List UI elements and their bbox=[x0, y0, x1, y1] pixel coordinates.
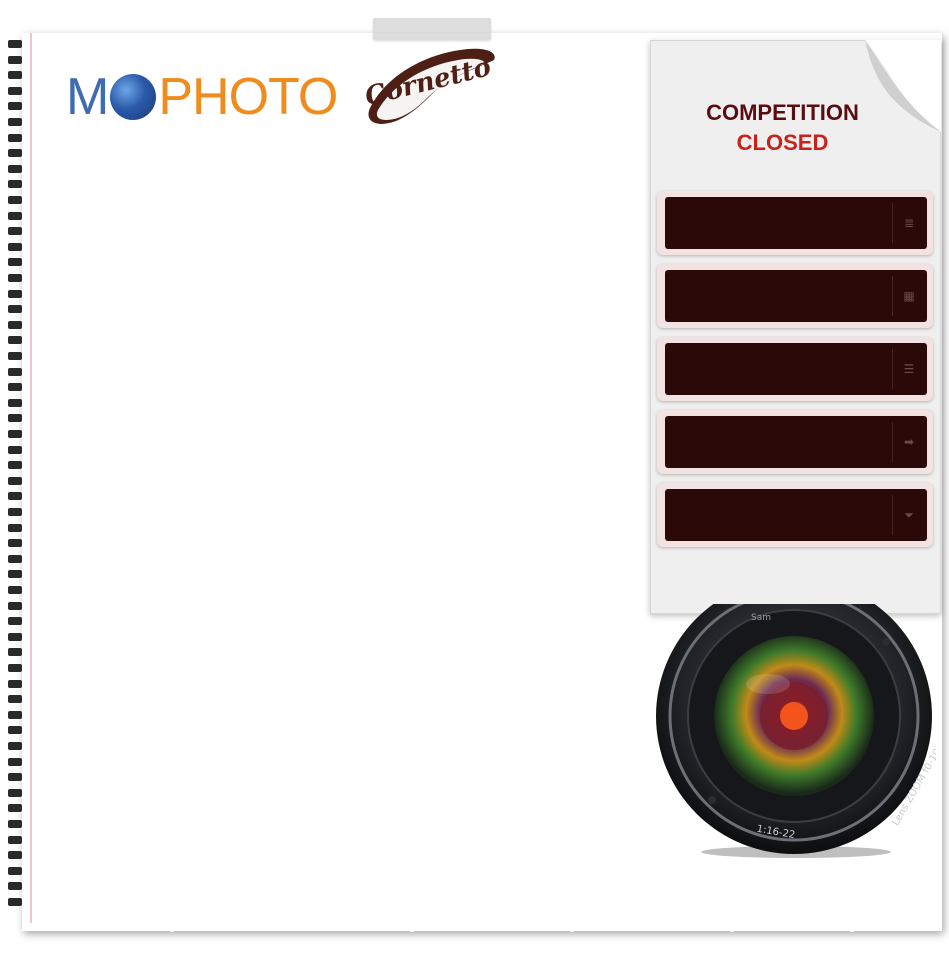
field-input[interactable]: ⏷ bbox=[665, 489, 927, 541]
binding-ring bbox=[8, 227, 22, 236]
binding-ring bbox=[8, 632, 22, 641]
mophoto-logo[interactable]: M PHOTO bbox=[66, 68, 338, 126]
binding-ring bbox=[8, 554, 22, 563]
binding-ring bbox=[8, 570, 22, 579]
arrow-icon: ➡ bbox=[903, 435, 915, 449]
binding-ring bbox=[8, 601, 22, 610]
binding-ring bbox=[8, 695, 22, 704]
lens-brand: Sam bbox=[751, 613, 771, 623]
field-4[interactable]: ➡ bbox=[657, 410, 933, 474]
field-input[interactable]: ☰ bbox=[665, 343, 927, 395]
logo-letter-m: M bbox=[66, 68, 109, 126]
binding-ring bbox=[8, 898, 22, 906]
binding-ring bbox=[8, 398, 22, 407]
binding-ring bbox=[8, 742, 22, 750]
binding-ring bbox=[8, 71, 22, 80]
binding-ring bbox=[8, 757, 22, 766]
binding-ring bbox=[8, 492, 22, 501]
binding-ring bbox=[8, 180, 22, 189]
stack-icon: ☰ bbox=[903, 362, 915, 376]
field-3[interactable]: ☰ bbox=[657, 337, 933, 401]
binding-ring bbox=[8, 835, 22, 844]
binding-ring bbox=[8, 461, 22, 470]
margin-line bbox=[30, 33, 32, 923]
binding-ring bbox=[8, 820, 22, 828]
binding-ring bbox=[8, 289, 22, 298]
field-divider bbox=[892, 349, 893, 389]
binding-ring bbox=[8, 352, 22, 360]
binding-ring bbox=[8, 164, 22, 173]
globe-icon bbox=[110, 74, 157, 120]
binding-ring bbox=[8, 508, 22, 516]
torn-edge bbox=[22, 920, 942, 932]
filter-icon: ⏷ bbox=[904, 508, 914, 522]
binding-ring bbox=[8, 414, 22, 423]
binding-ring bbox=[8, 664, 22, 672]
binding-ring bbox=[8, 118, 22, 126]
binding-ring bbox=[8, 211, 22, 220]
binding-ring bbox=[8, 617, 22, 626]
binding-ring bbox=[8, 523, 22, 532]
binding-ring bbox=[8, 55, 22, 64]
field-1[interactable]: ≣ bbox=[657, 191, 933, 255]
binding-ring bbox=[8, 40, 22, 48]
status-title: COMPETITION bbox=[706, 100, 859, 125]
binding-ring bbox=[8, 679, 22, 688]
field-divider bbox=[892, 495, 893, 535]
competition-status: COMPETITION CLOSED bbox=[650, 98, 915, 158]
logo-word-photo: PHOTO bbox=[158, 68, 338, 126]
binding-ring bbox=[8, 305, 22, 314]
binding-ring bbox=[8, 851, 22, 860]
binding-ring bbox=[8, 586, 22, 594]
tape bbox=[373, 18, 491, 40]
binding-ring bbox=[8, 804, 22, 813]
binding-ring bbox=[8, 133, 22, 142]
binding-ring bbox=[8, 476, 22, 485]
binding-ring bbox=[8, 149, 22, 158]
binding-ring bbox=[8, 320, 22, 329]
binding-ring bbox=[8, 866, 22, 875]
binding-ring bbox=[8, 383, 22, 392]
binding-ring bbox=[8, 726, 22, 735]
field-input[interactable]: ▦ bbox=[665, 270, 927, 322]
list-icon: ≣ bbox=[903, 216, 915, 230]
grid-icon: ▦ bbox=[903, 289, 915, 303]
spiral-binding bbox=[8, 40, 24, 920]
binding-ring bbox=[8, 710, 22, 719]
binding-ring bbox=[8, 788, 22, 797]
field-divider bbox=[892, 203, 893, 243]
field-input[interactable]: ≣ bbox=[665, 197, 927, 249]
binding-ring bbox=[8, 882, 22, 891]
binding-ring bbox=[8, 773, 22, 782]
field-2[interactable]: ▦ bbox=[657, 264, 933, 328]
binding-ring bbox=[8, 336, 22, 345]
binding-ring bbox=[8, 539, 22, 548]
binding-ring bbox=[8, 648, 22, 657]
binding-ring bbox=[8, 258, 22, 267]
binding-ring bbox=[8, 242, 22, 251]
field-divider bbox=[892, 422, 893, 462]
status-closed: CLOSED bbox=[736, 130, 829, 155]
camera-lens-image: Sam Lens ZOOM f0-1000mm 1:16-22 bbox=[656, 604, 936, 858]
field-input[interactable]: ➡ bbox=[665, 416, 927, 468]
binding-ring bbox=[8, 445, 22, 454]
field-5[interactable]: ⏷ bbox=[657, 483, 933, 547]
field-divider bbox=[892, 276, 893, 316]
binding-ring bbox=[8, 102, 22, 111]
binding-ring bbox=[8, 196, 22, 204]
binding-ring bbox=[8, 274, 22, 282]
cornetto-logo[interactable]: Cornetto bbox=[360, 38, 500, 130]
binding-ring bbox=[8, 86, 22, 95]
binding-ring bbox=[8, 367, 22, 376]
binding-ring bbox=[8, 430, 22, 438]
